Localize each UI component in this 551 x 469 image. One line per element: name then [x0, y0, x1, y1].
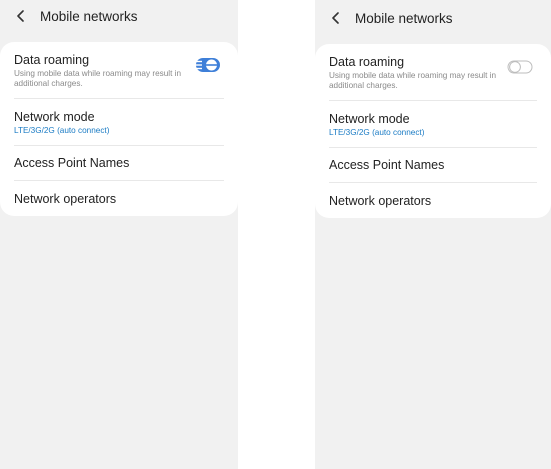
- screen-left: Mobile networks Data roaming Using mobil…: [0, 0, 238, 469]
- data-roaming-toggle[interactable]: [507, 59, 533, 75]
- back-button[interactable]: [4, 1, 38, 31]
- network-operators-item[interactable]: Network operators: [14, 181, 224, 216]
- access-point-names-item[interactable]: Access Point Names: [14, 146, 224, 181]
- network-mode-item[interactable]: Network mode LTE/3G/2G (auto connect): [329, 101, 537, 148]
- page-title: Mobile networks: [355, 10, 453, 26]
- data-roaming-description: Using mobile data while roaming may resu…: [329, 71, 497, 90]
- network-operators-label: Network operators: [329, 193, 432, 208]
- chevron-left-icon: [17, 10, 24, 22]
- app-bar: Mobile networks: [315, 3, 551, 33]
- data-roaming-label: Data roaming: [14, 53, 90, 67]
- data-roaming-item[interactable]: Data roaming Using mobile data while roa…: [329, 44, 537, 101]
- network-mode-item[interactable]: Network mode LTE/3G/2G (auto connect): [14, 99, 224, 146]
- data-roaming-label: Data roaming: [329, 55, 405, 69]
- network-mode-value: LTE/3G/2G (auto connect): [14, 126, 110, 135]
- network-mode-value: LTE/3G/2G (auto connect): [329, 128, 425, 137]
- back-button[interactable]: [319, 3, 353, 33]
- access-point-names-label: Access Point Names: [14, 156, 130, 170]
- page-title: Mobile networks: [40, 8, 138, 24]
- network-mode-label: Network mode: [14, 110, 95, 124]
- screen-right: Mobile networks Data roaming Using mobil…: [315, 0, 551, 469]
- access-point-names-label: Access Point Names: [329, 158, 445, 172]
- network-operators-label: Network operators: [14, 191, 117, 206]
- data-roaming-toggle[interactable]: [194, 57, 220, 73]
- network-operators-item[interactable]: Network operators: [329, 183, 537, 218]
- settings-card: Data roaming Using mobile data while roa…: [315, 44, 551, 218]
- network-mode-label: Network mode: [329, 112, 410, 126]
- settings-card: Data roaming Using mobile data while roa…: [0, 42, 238, 216]
- access-point-names-item[interactable]: Access Point Names: [329, 148, 537, 183]
- app-bar: Mobile networks: [0, 1, 238, 31]
- data-roaming-description: Using mobile data while roaming may resu…: [14, 69, 182, 88]
- chevron-left-icon: [332, 12, 339, 24]
- data-roaming-item[interactable]: Data roaming Using mobile data while roa…: [14, 42, 224, 99]
